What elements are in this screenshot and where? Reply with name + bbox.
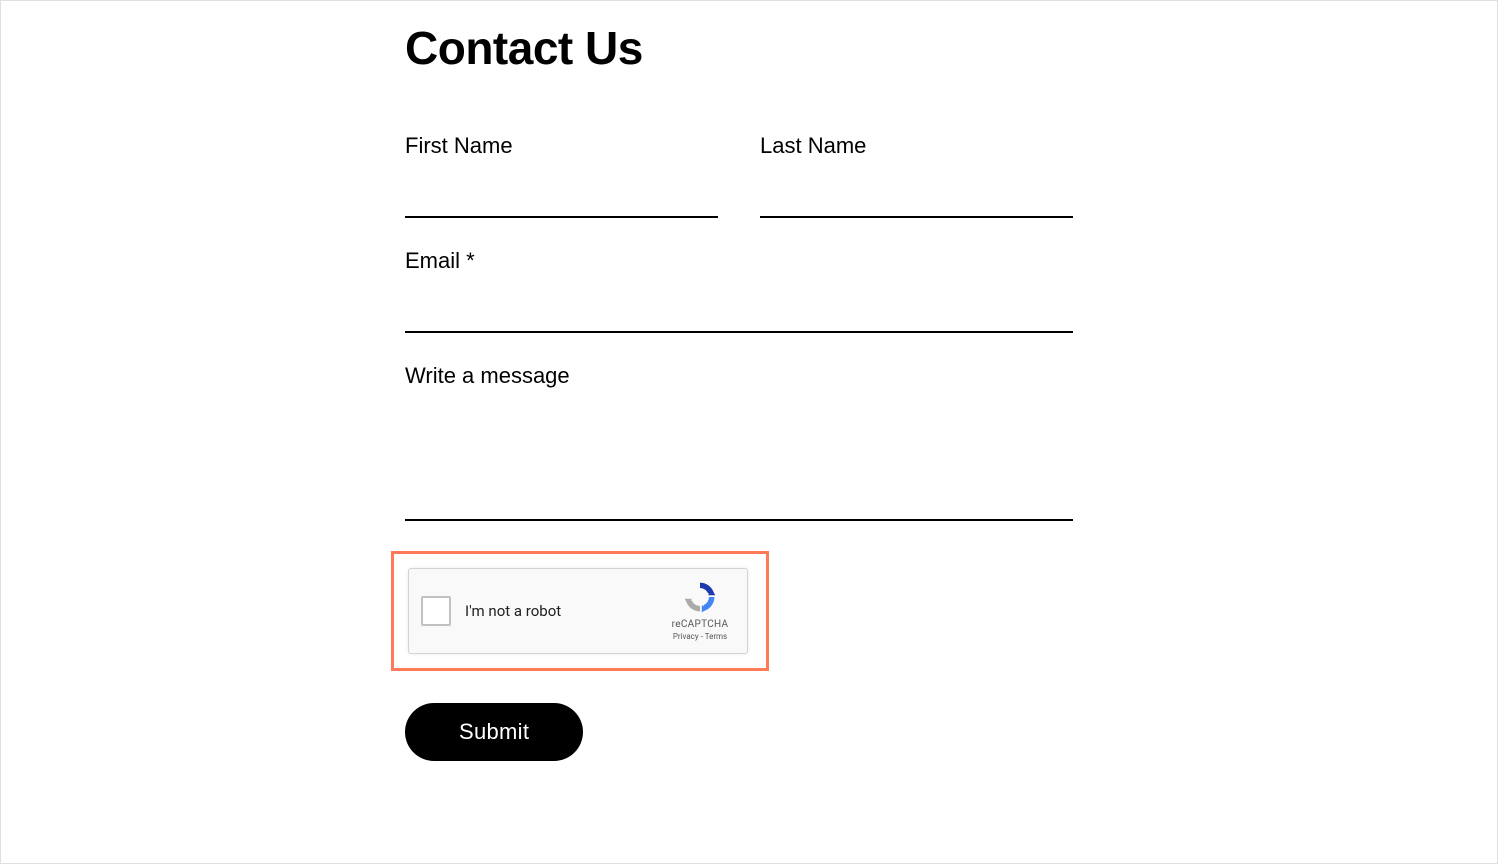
first-name-field: First Name — [405, 133, 718, 218]
recaptcha-branding: reCAPTCHA Privacy - Terms — [665, 579, 735, 641]
page-title: Contact Us — [405, 21, 1073, 75]
message-textarea[interactable] — [405, 413, 1073, 521]
recaptcha-privacy-link[interactable]: Privacy — [673, 632, 699, 641]
recaptcha-highlight-box: I'm not a robot reCAPTCHA Privacy - Term… — [391, 551, 769, 671]
first-name-label: First Name — [405, 133, 718, 159]
message-label: Write a message — [405, 363, 1073, 389]
email-label: Email * — [405, 248, 1073, 274]
last-name-input[interactable] — [760, 183, 1073, 218]
first-name-input[interactable] — [405, 183, 718, 218]
recaptcha-brand: reCAPTCHA — [672, 619, 729, 630]
last-name-field: Last Name — [760, 133, 1073, 218]
recaptcha-terms-link[interactable]: Terms — [705, 632, 727, 641]
recaptcha-links: Privacy - Terms — [673, 632, 727, 641]
email-field-container: Email * — [405, 248, 1073, 333]
submit-button[interactable]: Submit — [405, 703, 583, 761]
recaptcha-label: I'm not a robot — [465, 602, 561, 620]
recaptcha-widget: I'm not a robot reCAPTCHA Privacy - Term… — [408, 568, 748, 654]
name-row: First Name Last Name — [405, 133, 1073, 218]
recaptcha-icon — [682, 579, 718, 615]
contact-form-container: Contact Us First Name Last Name Email * … — [405, 21, 1073, 761]
message-field-container: Write a message — [405, 363, 1073, 521]
recaptcha-checkbox[interactable] — [421, 596, 451, 626]
email-field[interactable] — [405, 298, 1073, 333]
last-name-label: Last Name — [760, 133, 1073, 159]
